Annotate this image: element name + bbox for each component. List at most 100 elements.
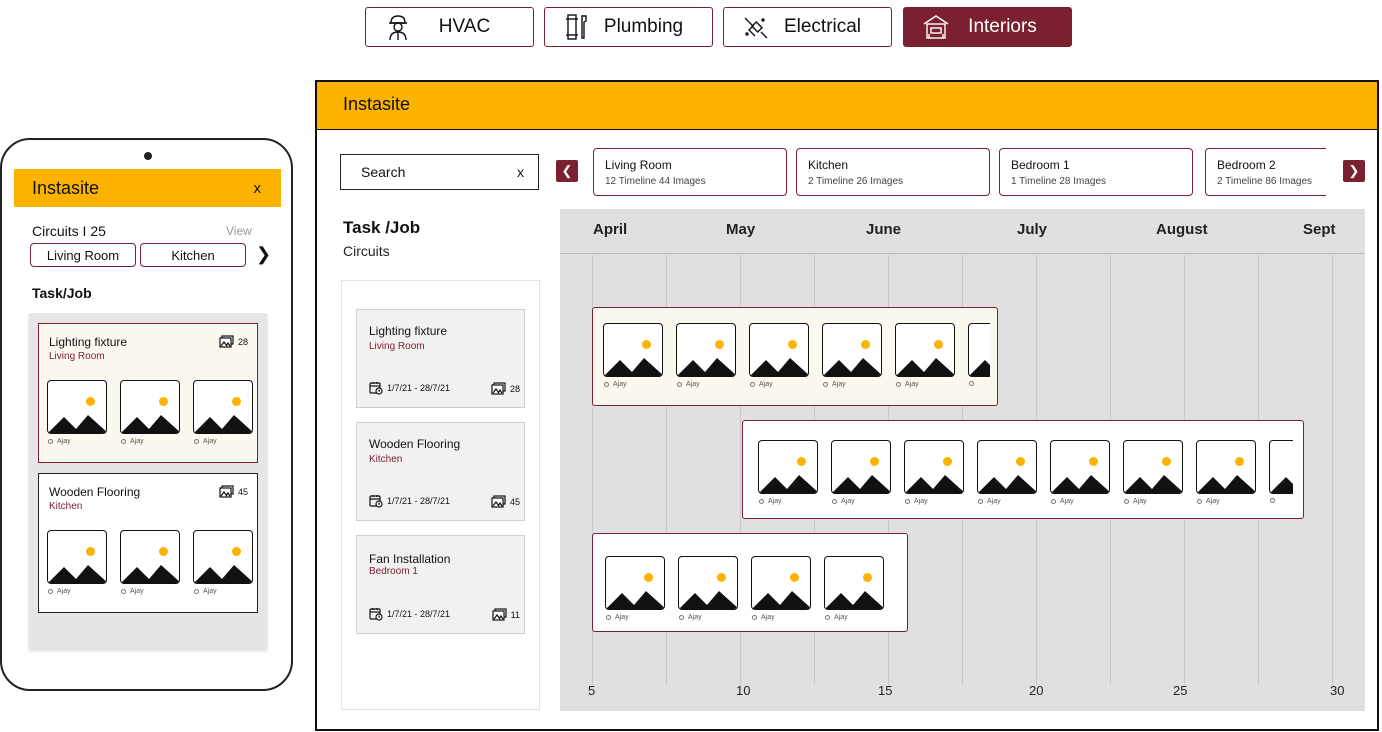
month-label: May [726, 221, 756, 238]
image-count-value: 45 [509, 496, 520, 507]
image-thumbnail[interactable]: Ajay [605, 556, 665, 626]
image-thumbnail[interactable]: Ajay [751, 556, 811, 626]
tab-plumbing[interactable]: Plumbing [544, 7, 713, 47]
user-icon [1051, 499, 1056, 504]
image-placeholder-icon [749, 323, 809, 377]
room-chip-living-room[interactable]: Living Room [30, 243, 136, 267]
task-card-fan-installation[interactable]: Fan Installation Bedroom 1 1/7/21 - 28/7… [356, 535, 525, 634]
user-icon [1124, 499, 1129, 504]
image-count: 45 [219, 485, 248, 498]
tab-label: Plumbing [603, 16, 684, 37]
image-count: 28 [491, 382, 520, 395]
image-thumbnail[interactable]: Ajay [47, 530, 107, 600]
author-label: Ajay [121, 438, 144, 445]
room-summary: 2 Timeline 26 Images [808, 176, 904, 187]
user-icon [759, 499, 764, 504]
gallery-icon [491, 495, 506, 508]
image-placeholder-icon [603, 323, 663, 377]
task-title: Lighting fixture [369, 324, 448, 338]
task-room: Kitchen [49, 501, 83, 512]
room-card-living-room[interactable]: Living Room 12 Timeline 44 Images [593, 148, 787, 196]
tab-interiors[interactable]: Interiors [903, 7, 1072, 47]
image-thumbnail[interactable]: Ajay [193, 380, 253, 450]
image-placeholder-icon [605, 556, 665, 610]
task-card-lighting-fixture[interactable]: Lighting fixture Living Room 1/7/21 - 28… [356, 309, 525, 408]
author-label: Ajay [48, 588, 71, 595]
timeline-bar-lighting-fixture[interactable]: Ajay Ajay Ajay Ajay Ajay [592, 307, 998, 406]
author-label: Ajay [825, 614, 848, 621]
image-thumbnail[interactable]: Ajay [1196, 440, 1256, 510]
image-thumbnail[interactable]: Ajay [904, 440, 964, 510]
image-thumbnail[interactable]: Ajay [831, 440, 891, 510]
timeline-bar-wooden-flooring[interactable]: Ajay Ajay Ajay Ajay Ajay Ajay Ajay [742, 420, 1304, 519]
user-icon [969, 381, 974, 386]
thumbnail-strip: Ajay Ajay Ajay Ajay [605, 556, 905, 628]
image-thumbnail[interactable]: Ajay [758, 440, 818, 510]
room-card-bedroom-1[interactable]: Bedroom 1 1 Timeline 28 Images [999, 148, 1193, 196]
user-icon [194, 439, 199, 444]
image-thumbnail[interactable]: Ajay [193, 530, 253, 600]
user-icon [896, 382, 901, 387]
wire-plug-icon [740, 11, 772, 43]
image-thumbnail[interactable]: Ajay [603, 323, 663, 393]
image-thumbnail[interactable]: Ajay [749, 323, 809, 393]
image-thumbnail[interactable]: Ajay [822, 323, 882, 393]
image-thumbnail[interactable]: Ajay [977, 440, 1037, 510]
image-placeholder-icon [977, 440, 1037, 494]
clear-search-button[interactable]: x [517, 164, 524, 180]
task-heading: Task/Job [32, 285, 92, 301]
task-title: Lighting fixture [49, 335, 128, 349]
room-chip-kitchen[interactable]: Kitchen [140, 243, 246, 267]
thumbnail-strip: Ajay Ajay Ajay [47, 530, 253, 602]
image-placeholder-icon [193, 380, 253, 434]
image-thumbnail[interactable]: Ajay [120, 530, 180, 600]
thumbnail-strip: Ajay Ajay Ajay [47, 380, 253, 452]
close-button[interactable]: x [254, 180, 262, 197]
image-thumbnail[interactable]: Ajay [1123, 440, 1183, 510]
view-link[interactable]: View [226, 224, 252, 238]
author-label: Ajay [896, 381, 919, 388]
app-title: Instasite [32, 177, 100, 198]
chevron-left-icon[interactable]: ❮ [556, 160, 578, 182]
chevron-right-icon[interactable]: ❯ [1343, 160, 1365, 182]
chevron-right-icon[interactable]: ❯ [256, 244, 271, 265]
image-count-value: 11 [510, 609, 520, 620]
tab-hvac[interactable]: HVAC [365, 7, 534, 47]
image-thumbnail[interactable]: Ajay [1050, 440, 1110, 510]
image-placeholder-icon [120, 530, 180, 584]
task-room: Kitchen [369, 454, 403, 465]
task-card-wooden-flooring[interactable]: Wooden Flooring Kitchen 1/7/21 - 28/7/21… [356, 422, 525, 521]
task-room: Living Room [369, 341, 425, 352]
camera-dot [144, 152, 152, 160]
day-label: 10 [736, 683, 751, 698]
image-thumbnail[interactable]: Ajay [47, 380, 107, 450]
image-placeholder-icon [47, 380, 107, 434]
room-carousel: Living Room 12 Timeline 44 Images Kitche… [593, 148, 1326, 198]
timeline-bar-fan-installation[interactable]: Ajay Ajay Ajay Ajay [592, 533, 908, 632]
task-dates: 1/7/21 - 28/7/21 [369, 494, 450, 508]
room-name: Bedroom 1 [1011, 158, 1070, 172]
user-icon [823, 382, 828, 387]
gallery-icon [492, 608, 507, 621]
image-thumbnail[interactable]: Ajay [678, 556, 738, 626]
gallery-icon [219, 335, 234, 348]
user-icon [750, 382, 755, 387]
task-date-range: 1/7/21 - 28/7/21 [387, 383, 451, 393]
image-placeholder-icon [1123, 440, 1183, 494]
image-thumbnail[interactable]: Ajay [120, 380, 180, 450]
task-date-range: 1/7/21 - 28/7/21 [387, 609, 451, 619]
image-thumbnail[interactable]: Ajay [895, 323, 955, 393]
day-label: 15 [878, 683, 893, 698]
tab-electrical[interactable]: Electrical [723, 7, 892, 47]
task-card-lighting-fixture[interactable]: Lighting fixture Living Room 28 Ajay Ajay… [38, 323, 258, 463]
room-card-kitchen[interactable]: Kitchen 2 Timeline 26 Images [796, 148, 990, 196]
room-card-bedroom-2[interactable]: Bedroom 2 2 Timeline 86 Images [1205, 148, 1326, 196]
search-input[interactable]: Search x [340, 154, 539, 190]
user-icon [832, 499, 837, 504]
image-thumbnail[interactable] [1269, 440, 1293, 510]
task-card-wooden-flooring[interactable]: Wooden Flooring Kitchen 45 Ajay Ajay Ajay [38, 473, 258, 613]
image-thumbnail[interactable]: Ajay [676, 323, 736, 393]
user-icon [752, 615, 757, 620]
image-thumbnail[interactable] [968, 323, 990, 393]
image-thumbnail[interactable]: Ajay [824, 556, 884, 626]
